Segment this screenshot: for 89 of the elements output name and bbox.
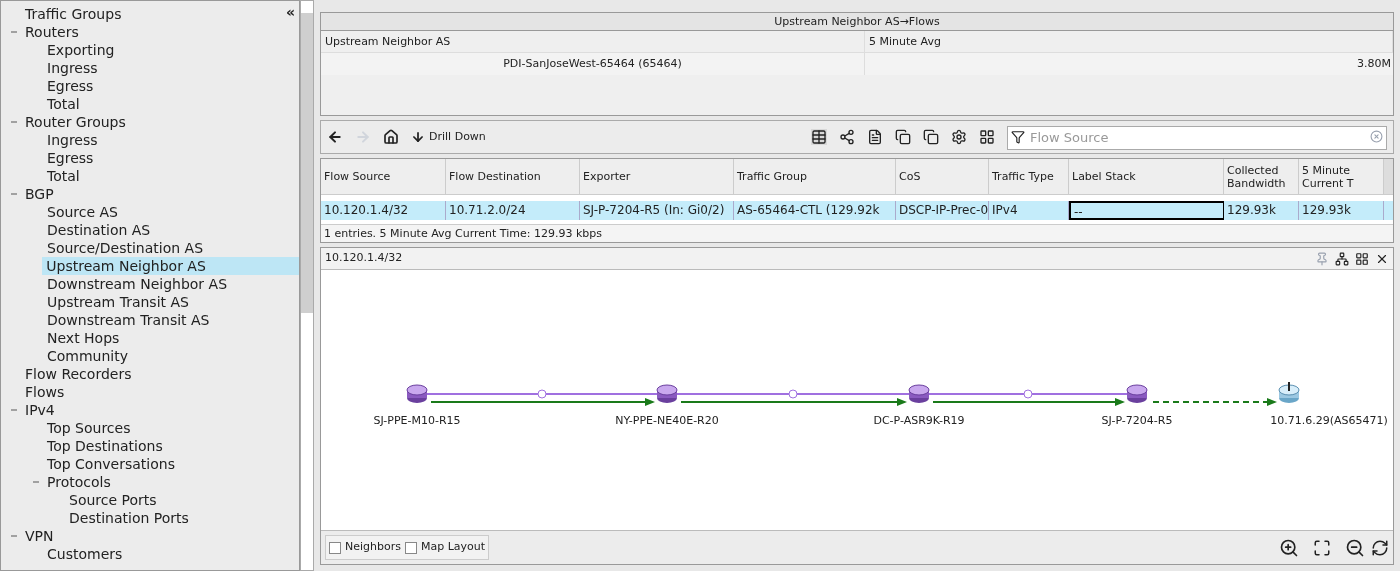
node-label: NY-PPE-NE40E-R20	[615, 414, 719, 427]
search-field[interactable]: Flow Source	[1007, 125, 1387, 150]
node-label: DC-P-ASR9K-R19	[873, 414, 965, 427]
tree-item[interactable]: Ingress	[43, 59, 102, 77]
column-header[interactable]: Collected Bandwidth	[1224, 159, 1299, 194]
collapse-sidebar-button[interactable]: «	[285, 5, 295, 19]
tree-item[interactable]: Top Conversations	[43, 455, 179, 473]
sidebar-scrollbar[interactable]	[300, 0, 314, 571]
column-header[interactable]: CoS	[896, 159, 989, 194]
table-cell: IPv4	[989, 201, 1069, 220]
tree-item[interactable]: VPN	[21, 527, 58, 545]
zoom-in-icon[interactable]	[1279, 537, 1299, 558]
tree-item[interactable]: Customers	[43, 545, 127, 563]
tree-item[interactable]: Total	[43, 167, 84, 185]
tree-item[interactable]: Flow Recorders	[21, 365, 136, 383]
clear-icon[interactable]	[1370, 130, 1383, 143]
tree-item[interactable]: IPv4	[21, 401, 59, 419]
back-icon[interactable]	[327, 129, 343, 145]
node-label: SJ-P-7204-R5	[1101, 414, 1173, 427]
column-header[interactable]: 5 Minute Avg	[865, 31, 1393, 52]
tree-item[interactable]: Downstream Neighbor AS	[43, 275, 232, 293]
tree-item[interactable]: Destination Ports	[65, 509, 193, 527]
tree-item[interactable]: Downstream Transit AS	[43, 311, 214, 329]
router-icon[interactable]	[406, 384, 428, 403]
table-cell: 10.120.1.4/32	[321, 201, 446, 220]
map-title: 10.120.1.4/32	[325, 250, 404, 267]
tree-item[interactable]: Exporting	[43, 41, 119, 59]
column-header[interactable]: Flow Destination	[446, 159, 580, 194]
tree-item[interactable]: Routers	[21, 23, 83, 41]
home-icon[interactable]	[383, 129, 399, 145]
tree-item[interactable]: Source AS	[43, 203, 122, 221]
tree-item[interactable]: Destination AS	[43, 221, 155, 239]
tree-item[interactable]: Top Destinations	[43, 437, 167, 455]
table-cell: 10.71.2.0/24	[446, 201, 580, 220]
tree-item[interactable]: Upstream Transit AS	[43, 293, 193, 311]
table-cell: 129.93k	[1224, 201, 1299, 220]
layout-icon[interactable]	[1355, 251, 1369, 266]
column-header[interactable]: Exporter	[580, 159, 734, 194]
table-cell: AS-65464-CTL (129.92k	[734, 201, 896, 220]
node-label: 10.71.6.29(AS65471)	[1270, 414, 1388, 427]
tree-item[interactable]: Community	[43, 347, 133, 365]
filter-icon	[1011, 130, 1025, 144]
table-cell: --	[1069, 201, 1224, 220]
tree-item[interactable]: Next Hops	[43, 329, 124, 347]
column-header[interactable]: Flow Source	[321, 159, 446, 194]
column-header[interactable]: Upstream Neighbor AS	[321, 31, 865, 52]
scrollbar[interactable]	[1384, 159, 1393, 194]
table-row[interactable]: 10.120.1.4/32 10.71.2.0/24 SJ-P-7204-R5 (In: Gi0/2) AS-65464-CTL (129.92k DSCP-IP-Prec-0 IPv4 -- 129.93k 129.93k	[321, 201, 1393, 220]
status-text: 1 entries. 5 Minute Avg Current Time: 129.93 kbps	[321, 224, 1393, 242]
tree-item[interactable]: Router Groups	[21, 113, 130, 131]
tree-item[interactable]: Egress	[43, 77, 98, 95]
tree-item[interactable]: Protocols	[43, 473, 115, 491]
checkbox[interactable]	[405, 541, 417, 554]
fit-icon[interactable]	[1313, 538, 1331, 557]
tree-item[interactable]: Ingress	[43, 131, 102, 149]
router-icon[interactable]	[656, 384, 678, 403]
settings-icon[interactable]	[951, 129, 967, 145]
table-cell: DSCP-IP-Prec-0	[896, 201, 989, 220]
node-label: SJ-PPE-M10-R15	[373, 414, 461, 427]
tree-item[interactable]: Top Sources	[43, 419, 135, 437]
tree-item[interactable]: Egress	[43, 149, 98, 167]
tree-item[interactable]: Flows	[21, 383, 69, 401]
column-header[interactable]: Label Stack	[1069, 159, 1224, 194]
tree-item[interactable]: BGP	[21, 185, 58, 203]
tree-item[interactable]: Traffic Groups	[21, 5, 126, 23]
tree-item[interactable]: Source/Destination AS	[43, 239, 208, 257]
tree-item[interactable]: Source Ports	[65, 491, 161, 509]
zoom-out-icon[interactable]	[1345, 537, 1365, 558]
column-header[interactable]: Traffic Type	[989, 159, 1069, 194]
tree-item[interactable]: Upstream Neighbor AS	[42, 257, 299, 275]
arrow-down-icon	[411, 130, 425, 144]
drill-down-button[interactable]: Drill Down	[411, 128, 486, 146]
host-icon[interactable]	[1278, 381, 1300, 403]
report-icon[interactable]	[867, 129, 883, 145]
table-cell: SJ-P-7204-R5 (In: Gi0/2)	[580, 201, 734, 220]
refresh-icon[interactable]	[1371, 538, 1389, 557]
table-cell: PDI-SanJoseWest-65464 (65464)	[321, 53, 865, 75]
router-icon[interactable]	[908, 384, 930, 403]
checkbox[interactable]	[329, 541, 341, 554]
tree-item[interactable]: Total	[43, 95, 84, 113]
table-cell-text: 3.80M	[1356, 56, 1392, 72]
checkbox-label: Map Layout	[421, 539, 486, 556]
checkbox-label: Neighbors	[345, 539, 401, 556]
panel-title: Upstream Neighbor AS→Flows	[321, 13, 1393, 31]
table-view-icon[interactable]	[811, 129, 827, 145]
table-cell: 129.93k	[1299, 201, 1384, 220]
layout-icon[interactable]	[979, 129, 995, 145]
column-header[interactable]: Traffic Group	[734, 159, 896, 194]
router-icon[interactable]	[1126, 384, 1148, 403]
